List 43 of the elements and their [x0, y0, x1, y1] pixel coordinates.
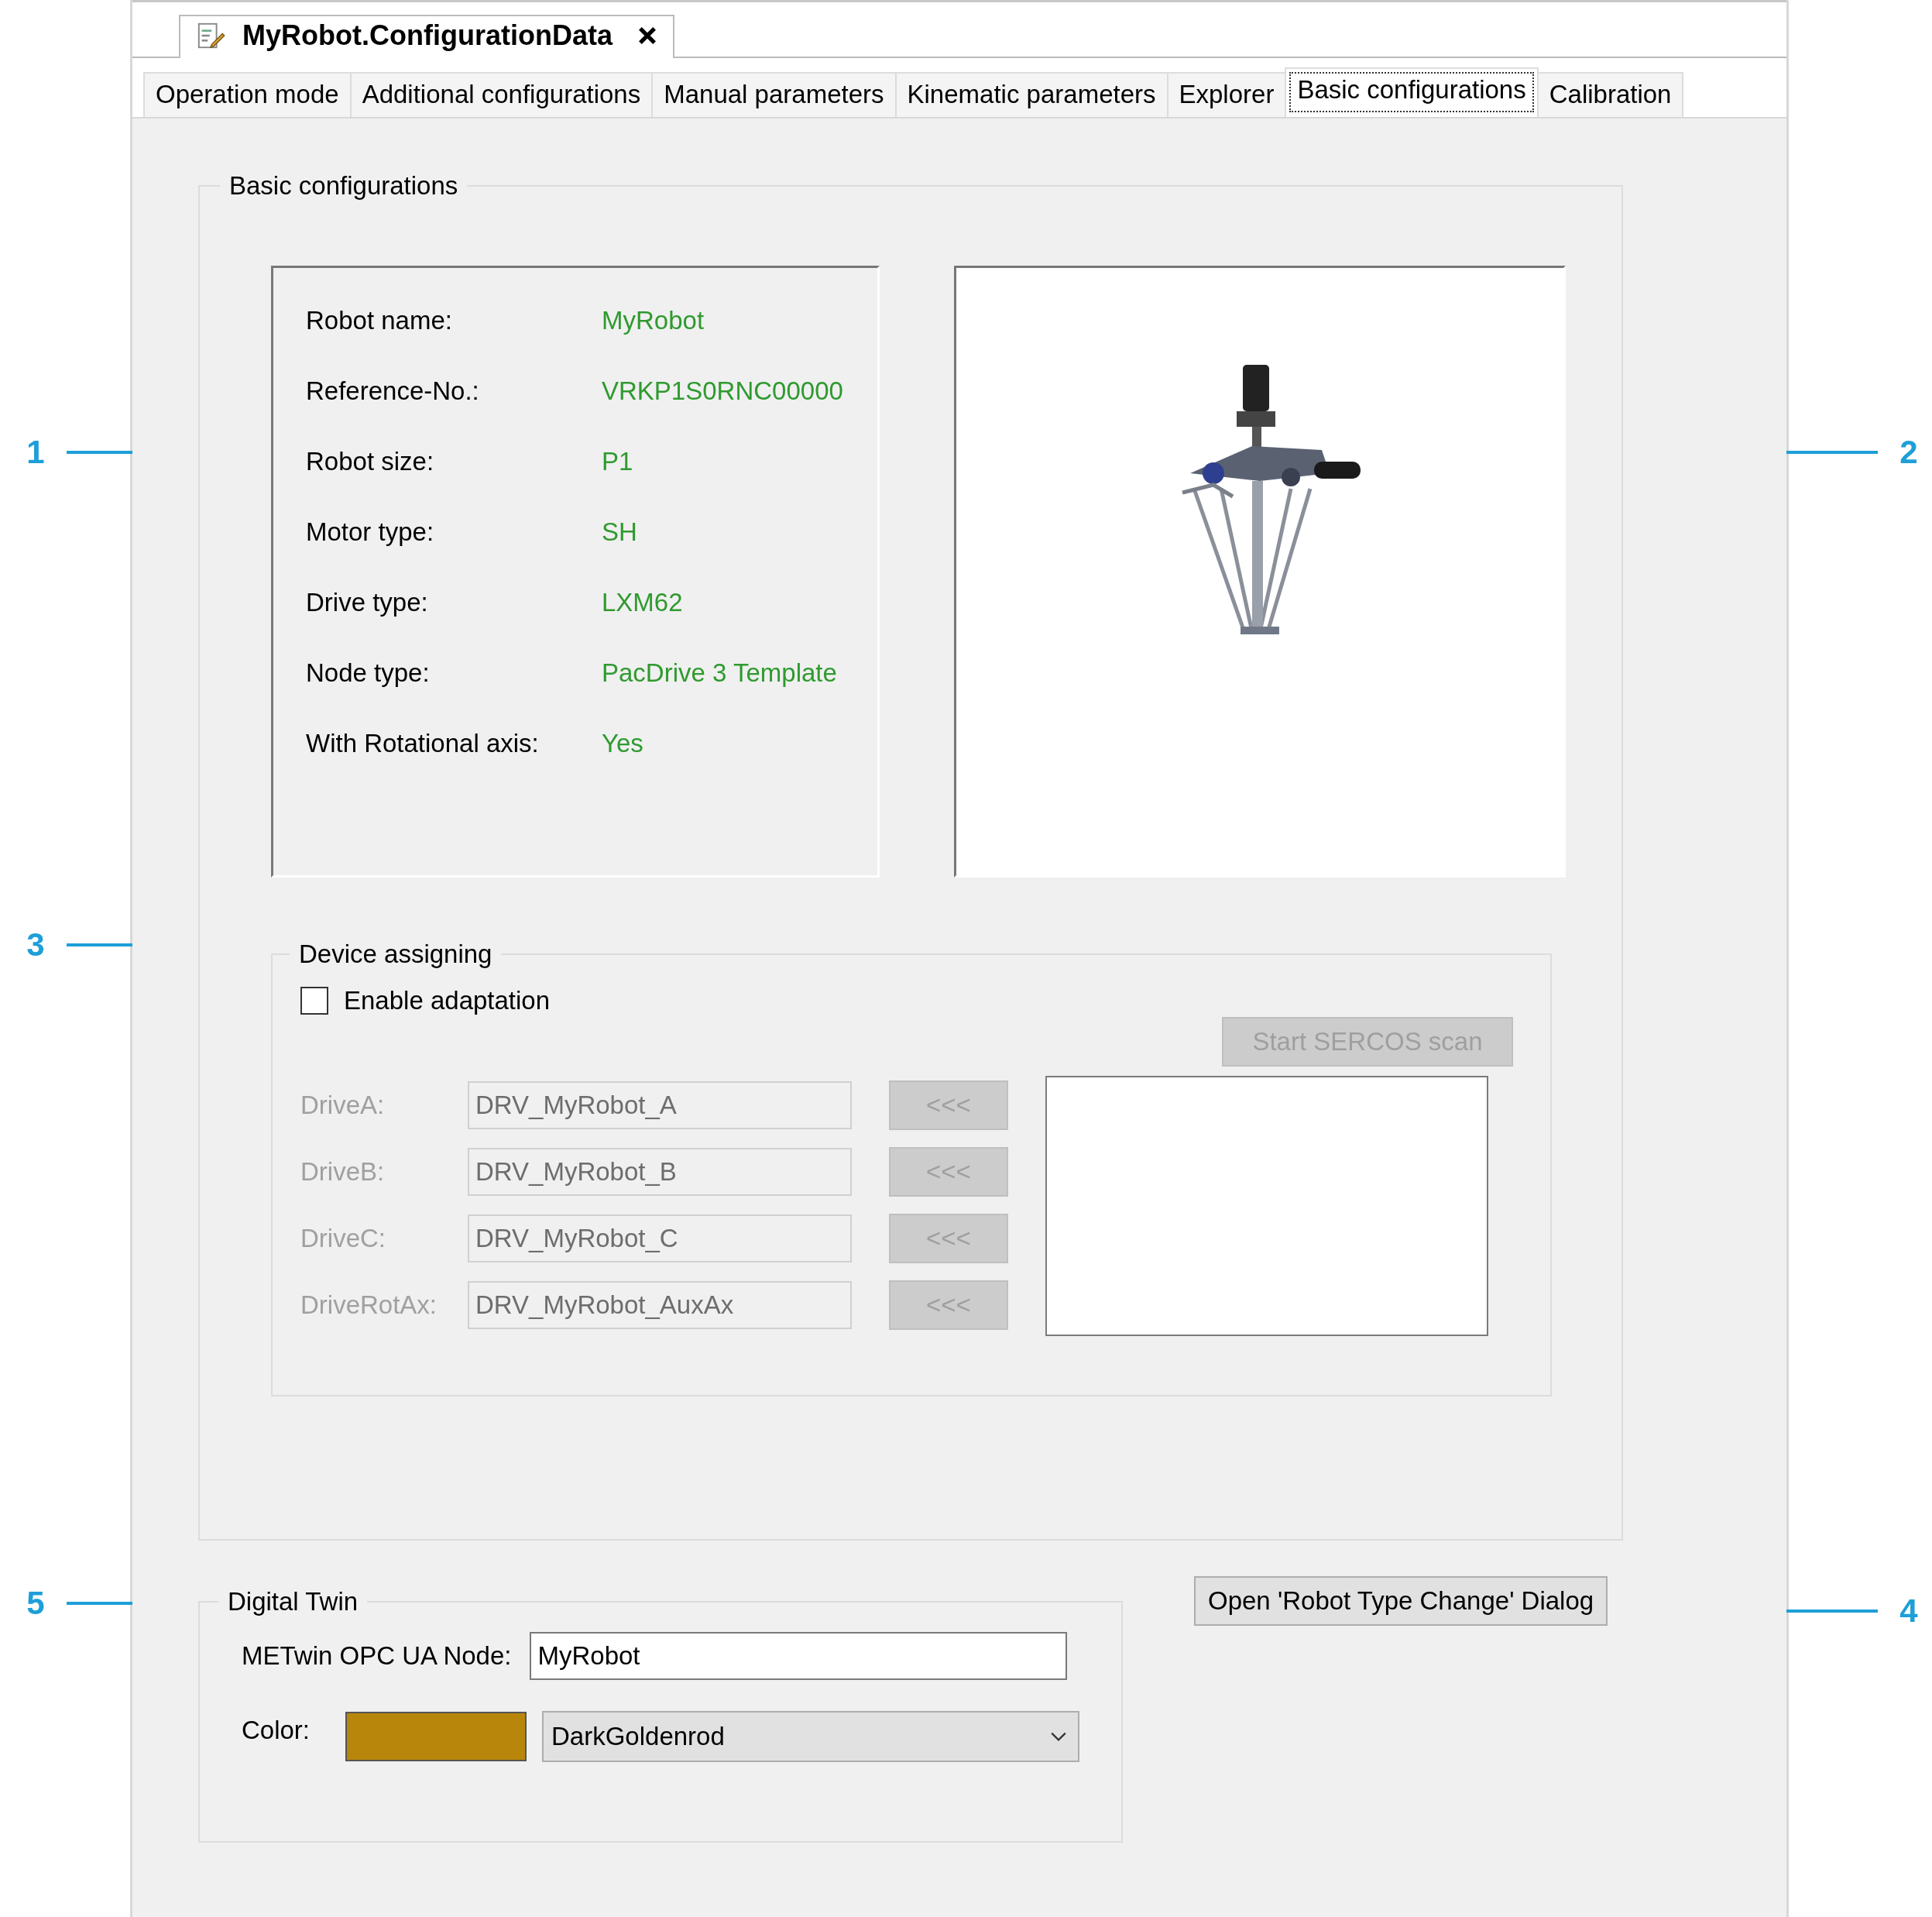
property-value: PacDrive 3 Template	[602, 658, 837, 688]
open-dialog-button[interactable]: Open 'Robot Type Change' Dialog	[1194, 1576, 1608, 1626]
tab[interactable]: Kinematic parameters	[894, 72, 1168, 117]
callout-number: 1	[26, 434, 46, 471]
group-title: Device assigning	[298, 940, 493, 969]
checkbox-label: Enable adaptation	[344, 986, 551, 1015]
property-label: Robot size:	[306, 446, 435, 476]
property-value: MyRobot	[602, 305, 705, 335]
property-value: LXM62	[602, 587, 683, 617]
callout-number: 4	[1899, 1592, 1919, 1630]
callout-number: 5	[26, 1585, 46, 1622]
property-label: Reference-No.:	[306, 376, 480, 406]
group-title: Digital Twin	[227, 1587, 359, 1616]
document-edit-icon	[196, 21, 225, 50]
group-title: Basic configurations	[228, 171, 459, 201]
property-label: Node type:	[306, 658, 431, 688]
callout-number: 2	[1899, 434, 1919, 471]
tab[interactable]: Calibration	[1536, 72, 1684, 117]
drive-label: DriveRotAx:	[300, 1290, 438, 1320]
color-dropdown[interactable]: DarkGoldenrod	[542, 1711, 1080, 1762]
property-label: Robot name:	[306, 305, 453, 335]
tab[interactable]: Operation mode	[143, 72, 352, 117]
property-value: P1	[602, 446, 633, 476]
tab[interactable]: Manual parameters	[651, 72, 897, 117]
checkbox[interactable]	[300, 987, 328, 1015]
close-icon[interactable]	[637, 26, 657, 46]
callout-number: 3	[26, 926, 46, 964]
property-label: Motor type:	[306, 517, 435, 547]
node-field[interactable]: MyRobot	[530, 1632, 1068, 1680]
drive-label: DriveC:	[300, 1224, 386, 1253]
tab[interactable]: Additional configurations	[349, 72, 654, 117]
drive-label: DriveA:	[300, 1091, 386, 1120]
drive-label: DriveB:	[300, 1157, 386, 1187]
field-label: METwin OPC UA Node:	[242, 1641, 512, 1671]
tab[interactable]: Explorer	[1166, 72, 1287, 117]
property-value: Yes	[602, 728, 643, 758]
property-value: SH	[602, 517, 637, 547]
property-label: With Rotational axis:	[306, 728, 540, 758]
field-label: Color:	[242, 1716, 311, 1745]
property-value: VRKP1S0RNC00000	[602, 376, 843, 406]
document-tab[interactable]: MyRobot.ConfigurationData	[179, 15, 674, 58]
property-label: Drive type:	[306, 587, 429, 617]
chevron-down-icon	[1050, 1731, 1068, 1742]
